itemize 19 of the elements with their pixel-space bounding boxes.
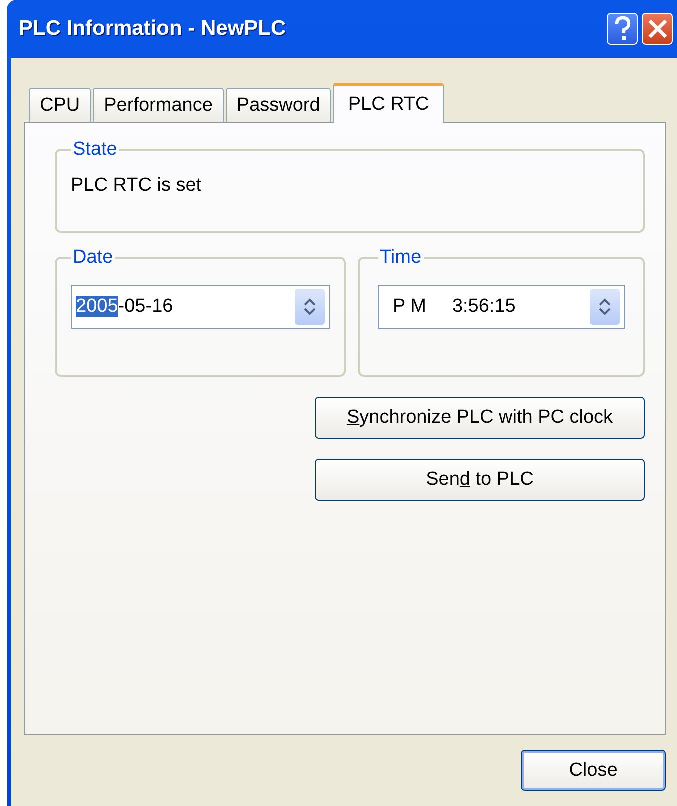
close-icon bbox=[646, 18, 668, 40]
tab[interactable]: Password bbox=[226, 88, 332, 122]
tab[interactable]: CPU bbox=[29, 88, 92, 122]
action-button[interactable]: Synchronize PLC with PC clock bbox=[315, 397, 645, 439]
tab[interactable]: Performance bbox=[93, 88, 224, 122]
spin-icon[interactable] bbox=[590, 289, 620, 325]
window-title: PLC Information - NewPLC bbox=[19, 17, 288, 41]
group-legend: Date bbox=[71, 247, 116, 269]
group-legend: State bbox=[71, 139, 120, 161]
action-button[interactable]: Send to PLC bbox=[315, 459, 645, 501]
tab[interactable]: PLC RTC bbox=[333, 83, 444, 123]
help-button[interactable] bbox=[607, 13, 638, 45]
time-field[interactable]: P M 3:56:15 bbox=[378, 285, 625, 329]
close-dialog-button[interactable]: Close bbox=[521, 750, 666, 791]
date-field[interactable]: 2005-05-16 bbox=[71, 285, 330, 329]
spin-icon[interactable] bbox=[295, 289, 325, 325]
close-button[interactable] bbox=[642, 13, 673, 45]
group-legend: Time bbox=[378, 247, 424, 269]
status-text: PLC RTC is set bbox=[71, 175, 203, 197]
